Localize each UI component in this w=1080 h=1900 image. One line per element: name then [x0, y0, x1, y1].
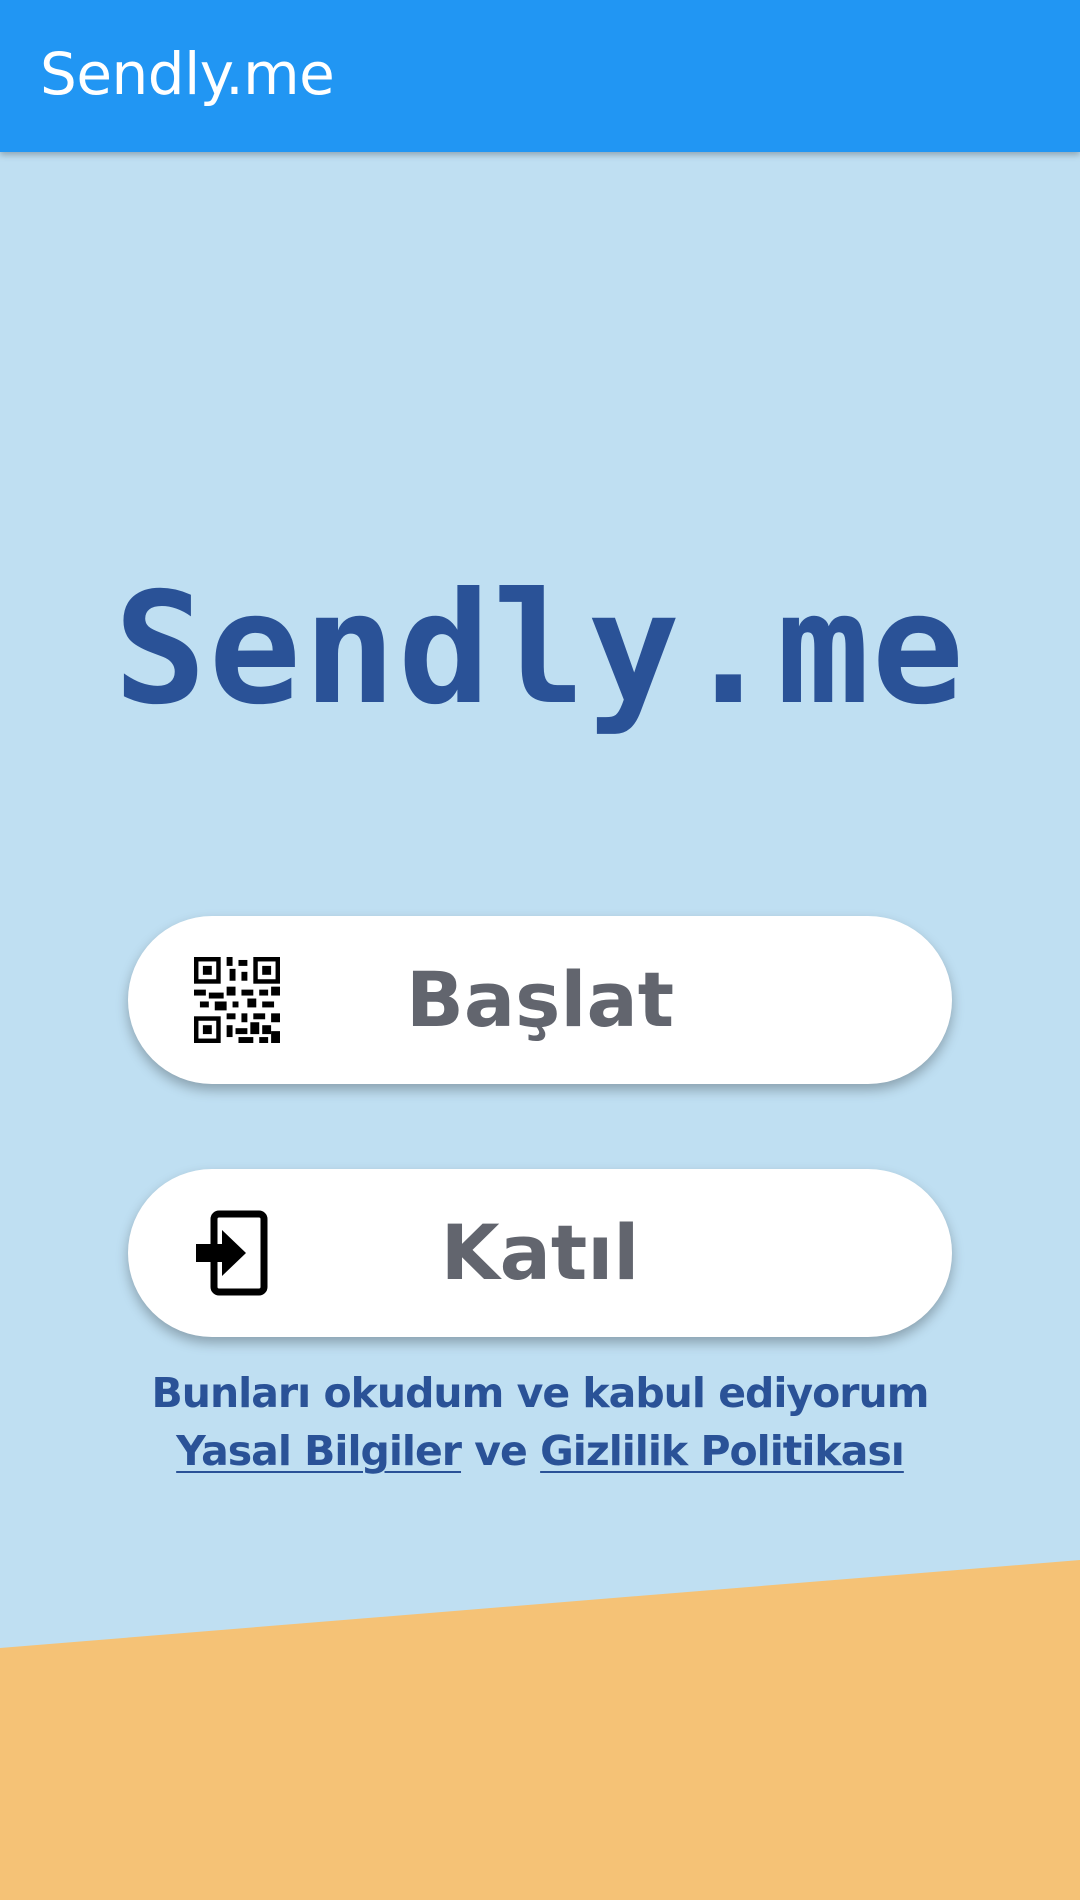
terms-accept-text: Bunları okudum ve kabul ediyorum: [151, 1369, 930, 1417]
start-button-label: Başlat: [405, 955, 675, 1044]
start-button[interactable]: Başlat: [128, 916, 952, 1084]
app-bar: Sendly.me: [0, 0, 1080, 152]
terms-links-line: Yasal Bilgiler ve Gizlilik Politikası: [0, 1422, 1080, 1480]
terms-notice: Bunları okudum ve kabul ediyorum Yasal B…: [0, 1364, 1080, 1480]
join-button[interactable]: Katıl: [128, 1169, 952, 1337]
app-logo: Sendly.me: [113, 560, 967, 739]
app-bar-title: Sendly.me: [40, 40, 335, 108]
terms-connector: ve: [474, 1427, 528, 1475]
join-button-label: Katıl: [440, 1208, 640, 1297]
legal-info-link[interactable]: Yasal Bilgiler: [176, 1427, 462, 1475]
privacy-policy-link[interactable]: Gizlilik Politikası: [540, 1427, 905, 1475]
